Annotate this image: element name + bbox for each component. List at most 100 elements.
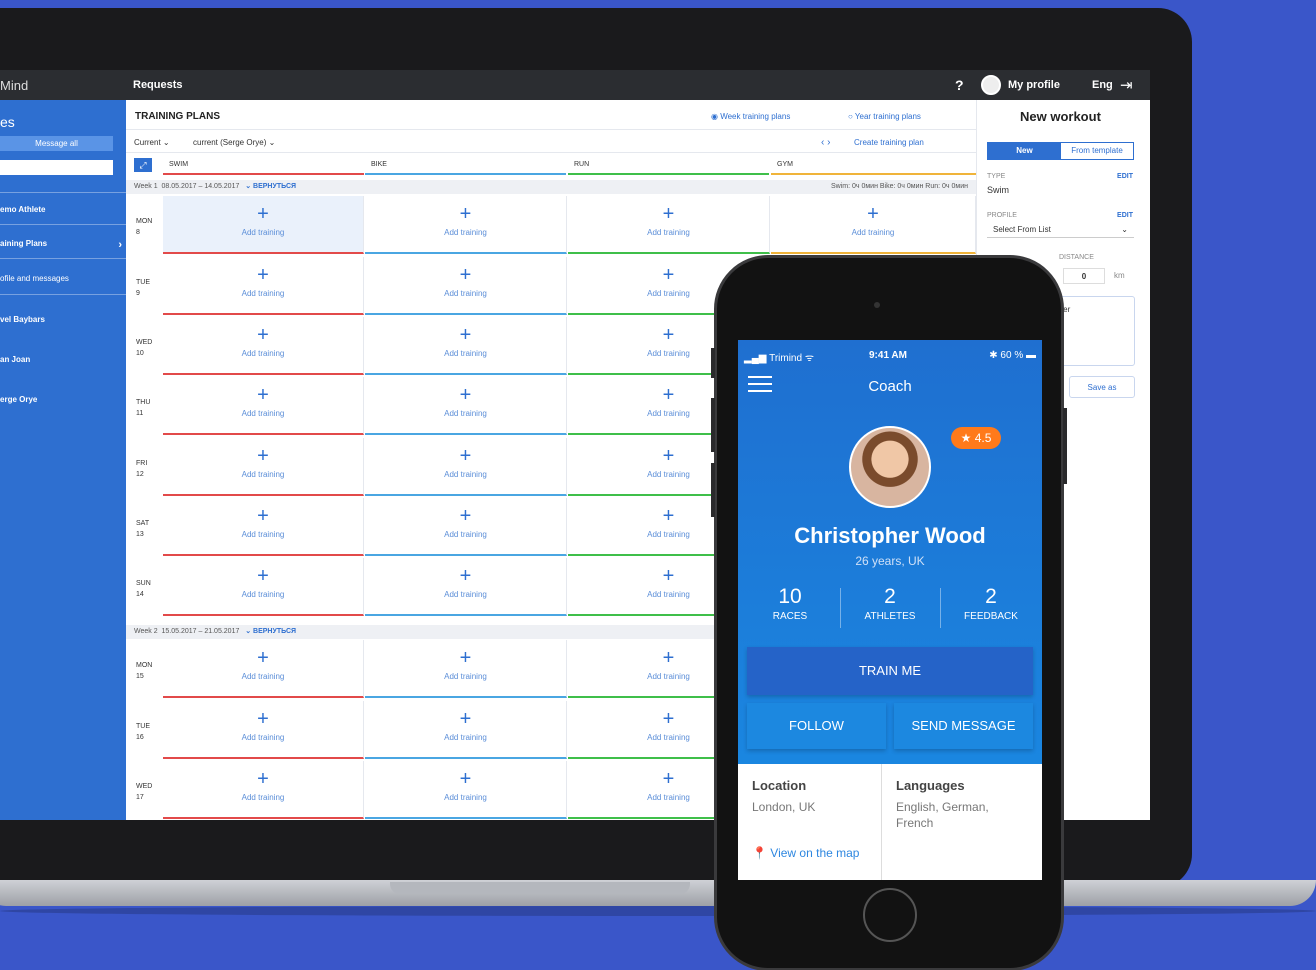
sidebar-item-athlete[interactable]: erge Orye	[0, 395, 126, 404]
year-view-toggle[interactable]: ○ Year training plans	[848, 112, 921, 121]
edit-type-button[interactable]: EDIT	[1117, 173, 1133, 180]
create-plan-link[interactable]: Create training plan	[854, 138, 924, 147]
sidebar-search-input[interactable]	[0, 160, 113, 175]
add-training-cell[interactable]: + Add training	[163, 377, 364, 435]
sport-run: RUN	[568, 161, 769, 175]
period-nav-arrows[interactable]: ‹ ›	[821, 137, 830, 148]
sidebar-item-athlete[interactable]: an Joan	[0, 355, 126, 364]
sidebar-title: es	[0, 114, 15, 130]
home-button[interactable]	[863, 888, 917, 942]
add-training-cell[interactable]: + Add training	[163, 438, 364, 496]
plus-icon: +	[459, 565, 472, 587]
plus-icon: +	[662, 203, 675, 225]
add-training-label: Add training	[241, 733, 285, 742]
add-training-cell[interactable]: + Add training	[771, 196, 976, 254]
day-name: MON	[136, 218, 153, 225]
add-training-cell[interactable]: + Add training	[365, 438, 567, 496]
add-training-cell[interactable]: + Add training	[365, 640, 567, 698]
week-link-label: ВЕРНУТЬСЯ	[253, 628, 297, 635]
add-training-cell[interactable]: + Add training	[365, 558, 567, 616]
plus-icon: +	[257, 324, 269, 346]
my-profile-link[interactable]: My profile	[1008, 79, 1060, 91]
tab-from-template[interactable]: From template	[1061, 143, 1133, 159]
day-name: SUN	[136, 580, 151, 587]
expand-icon[interactable]: ⤢	[134, 158, 152, 172]
battery-indicator: ✱ 60 % ▬	[989, 350, 1036, 361]
day-number: 14	[136, 591, 144, 598]
laptop-shadow	[0, 906, 1316, 916]
day-name: SAT	[136, 520, 150, 527]
tab-new[interactable]: New	[988, 143, 1061, 159]
add-training-cell[interactable]: + Add training	[365, 498, 567, 556]
carrier-label: ▂▄▆ Trimind ᯤ	[744, 353, 814, 364]
message-all-button[interactable]: Message all	[0, 136, 113, 151]
top-bar: Mind Requests ? My profile Eng ⇥	[0, 70, 1150, 100]
day-number: 10	[136, 350, 144, 357]
add-training-cell[interactable]: + Add training	[365, 196, 567, 254]
train-me-button[interactable]: TRAIN ME	[747, 647, 1033, 695]
day-label: WED 17	[136, 781, 152, 803]
edit-profile-button[interactable]: EDIT	[1117, 212, 1133, 219]
language-selector[interactable]: Eng	[1092, 79, 1113, 91]
follow-button[interactable]: FOLLOW	[747, 703, 886, 749]
stat-value: 2	[884, 585, 896, 608]
send-message-button[interactable]: SEND MESSAGE	[894, 703, 1033, 749]
requests-link[interactable]: Requests	[133, 79, 183, 91]
add-training-cell[interactable]: + Add training	[163, 257, 364, 315]
divider	[0, 258, 126, 259]
stat-feedback: 2 FEEDBACK	[941, 585, 1041, 622]
week-label: Week 1	[134, 183, 158, 190]
profile-select-value: Select From List	[993, 225, 1051, 234]
add-training-cell[interactable]: + Add training	[365, 701, 567, 759]
plus-icon: +	[459, 203, 472, 225]
add-training-cell[interactable]: + Add training	[163, 558, 364, 616]
day-number: 8	[136, 229, 140, 236]
add-training-cell[interactable]: + Add training	[163, 317, 364, 375]
sidebar-item-training-plans[interactable]: aining Plans ›	[0, 239, 126, 251]
add-training-label: Add training	[241, 289, 285, 298]
add-training-cell[interactable]: + Add training	[163, 701, 364, 759]
type-value: Swim	[987, 185, 1009, 195]
add-training-cell[interactable]: + Add training	[365, 257, 567, 315]
profile-label: PROFILE	[987, 212, 1017, 219]
coach-info: Location London, UK Languages English, G…	[738, 764, 1042, 880]
week-view-toggle[interactable]: ◉ Week training plans	[711, 112, 790, 121]
add-training-cell[interactable]: + Add training	[163, 498, 364, 556]
logout-icon[interactable]: ⇥	[1120, 76, 1133, 94]
week-link[interactable]: ⌄ ВЕРНУТЬСЯ	[245, 183, 296, 190]
week-row: Week 1 08.05.2017 – 14.05.2017 ⌄ ВЕРНУТЬ…	[126, 180, 976, 194]
screen-title: Coach	[868, 378, 912, 395]
location-heading: Location	[752, 778, 807, 793]
phone-side-button	[1063, 408, 1067, 484]
distance-input[interactable]: 0	[1063, 268, 1105, 284]
day-label: SUN 14	[136, 578, 151, 600]
plus-icon: +	[257, 565, 269, 587]
plus-icon: +	[257, 203, 269, 225]
help-icon[interactable]: ?	[955, 77, 964, 93]
sport-swim: SWIM	[163, 161, 364, 175]
add-training-cell[interactable]: + Add training	[365, 317, 567, 375]
sidebar-item-demo-athlete[interactable]: emo Athlete	[0, 205, 126, 214]
profile-select[interactable]: Select From List ⌄	[987, 222, 1134, 238]
page-title: TRAINING PLANS	[135, 111, 220, 122]
save-as-button[interactable]: Save as	[1069, 376, 1135, 398]
user-avatar[interactable]	[981, 75, 1001, 95]
add-training-cell[interactable]: + Add training	[163, 196, 364, 254]
distance-label: DISTANCE	[1059, 254, 1094, 261]
current-filter-select[interactable]: Current ⌄	[134, 138, 170, 147]
sidebar-item-athlete[interactable]: vel Baybars	[0, 315, 126, 324]
athlete-filter-select[interactable]: current (Serge Orye) ⌄	[193, 138, 275, 147]
sidebar-item-profile-messages[interactable]: ofile and messages	[0, 274, 126, 283]
add-training-cell[interactable]: + Add training	[163, 761, 364, 819]
divider	[0, 294, 126, 295]
view-on-map-link[interactable]: 📍 View on the map	[752, 846, 859, 860]
coach-avatar	[849, 426, 931, 508]
add-training-cell[interactable]: + Add training	[365, 377, 567, 435]
plus-icon: +	[257, 445, 269, 467]
sport-bike: BIKE	[365, 161, 566, 175]
week-link[interactable]: ⌄ ВЕРНУТЬСЯ	[245, 628, 296, 635]
add-training-cell[interactable]: + Add training	[163, 640, 364, 698]
add-training-cell[interactable]: + Add training	[568, 196, 770, 254]
add-training-cell[interactable]: + Add training	[365, 761, 567, 819]
add-training-label: Add training	[647, 228, 690, 237]
